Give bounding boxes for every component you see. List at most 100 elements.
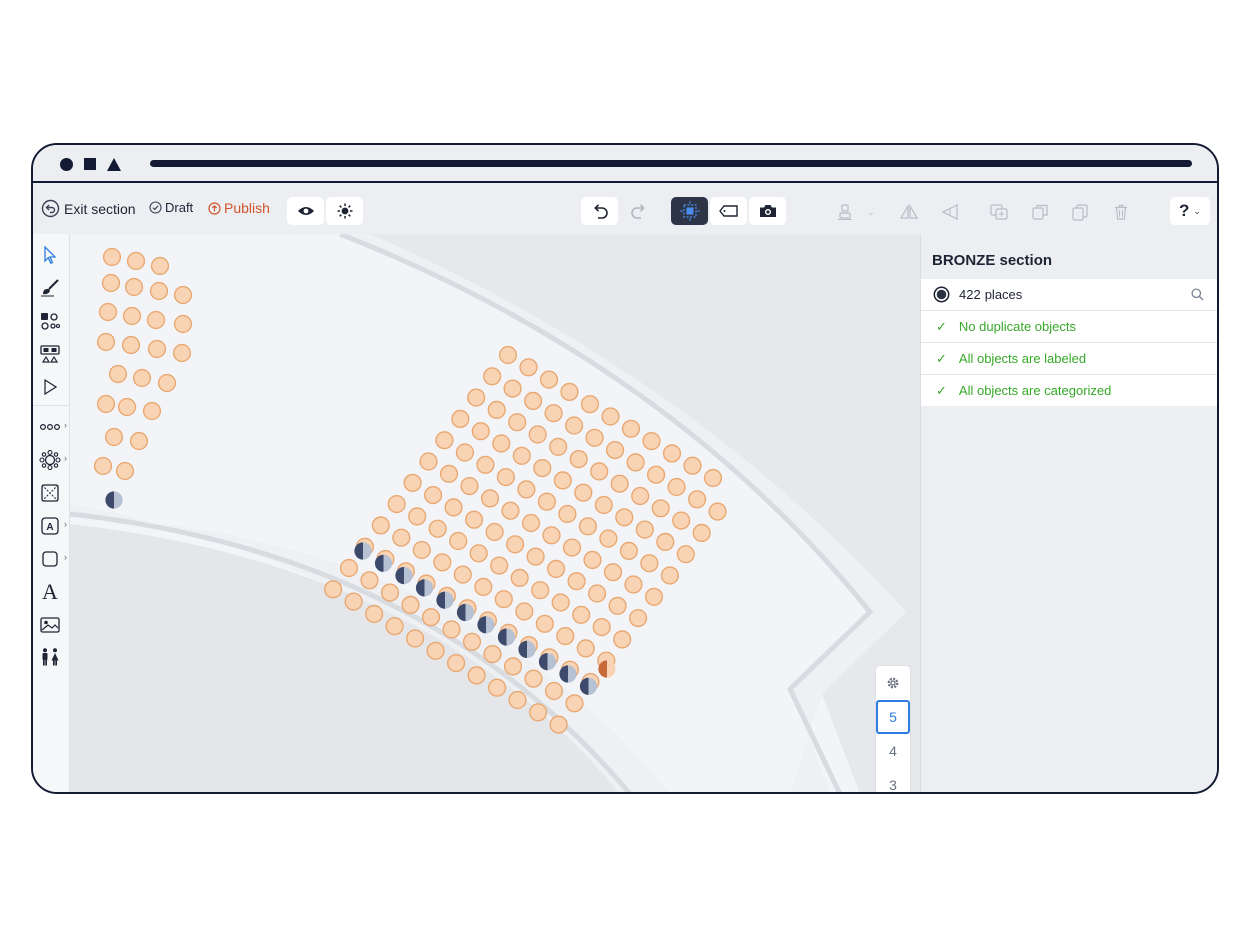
seat[interactable] bbox=[544, 404, 563, 423]
seat[interactable] bbox=[635, 520, 654, 539]
seat[interactable] bbox=[558, 504, 577, 524]
seat[interactable] bbox=[447, 654, 466, 673]
square-control-icon[interactable] bbox=[84, 158, 96, 170]
seat[interactable] bbox=[626, 453, 645, 472]
seat[interactable] bbox=[549, 715, 568, 734]
seat[interactable] bbox=[462, 632, 482, 651]
seat-row-icon[interactable] bbox=[39, 416, 61, 438]
seat[interactable] bbox=[483, 645, 502, 664]
help-icon[interactable]: ? ⌄ bbox=[1170, 197, 1210, 225]
seat[interactable] bbox=[708, 502, 727, 521]
search-icon[interactable] bbox=[1191, 288, 1204, 301]
restroom-icon[interactable] bbox=[39, 646, 61, 668]
seat[interactable] bbox=[387, 495, 406, 514]
accessible-seat[interactable] bbox=[538, 653, 557, 671]
preview-eye-icon[interactable] bbox=[287, 197, 324, 225]
seat[interactable] bbox=[124, 277, 144, 297]
seat[interactable] bbox=[515, 602, 534, 621]
group-icon[interactable] bbox=[989, 203, 1009, 221]
seat[interactable] bbox=[460, 477, 479, 496]
seat[interactable] bbox=[146, 310, 166, 330]
seat[interactable] bbox=[524, 391, 543, 410]
seat[interactable] bbox=[574, 483, 593, 502]
seat[interactable] bbox=[553, 471, 572, 490]
seat[interactable] bbox=[150, 256, 170, 276]
seat[interactable] bbox=[408, 507, 427, 526]
accessible-seat[interactable] bbox=[456, 603, 475, 622]
align-dropdown-icon[interactable]: ⌄ bbox=[861, 203, 881, 221]
tag-icon[interactable] bbox=[710, 197, 747, 225]
seat[interactable] bbox=[126, 251, 146, 271]
seat[interactable] bbox=[503, 657, 523, 676]
seat[interactable] bbox=[467, 388, 486, 407]
image-icon[interactable] bbox=[39, 614, 61, 636]
accessible-seat[interactable] bbox=[518, 640, 536, 658]
seat[interactable] bbox=[385, 617, 404, 636]
seat[interactable] bbox=[498, 345, 518, 365]
places-row[interactable]: 422 places bbox=[921, 279, 1217, 311]
seat[interactable] bbox=[583, 550, 602, 569]
seat[interactable] bbox=[424, 486, 443, 505]
seat[interactable] bbox=[453, 565, 472, 584]
seat[interactable] bbox=[692, 523, 711, 542]
seat[interactable] bbox=[656, 532, 675, 551]
draft-status[interactable]: Draft bbox=[149, 200, 193, 215]
area-icon[interactable] bbox=[39, 482, 61, 504]
seat[interactable] bbox=[624, 575, 643, 594]
seat[interactable] bbox=[528, 425, 547, 444]
seat[interactable] bbox=[371, 516, 390, 535]
seat[interactable] bbox=[419, 452, 438, 471]
seat[interactable] bbox=[439, 464, 459, 483]
shape-chevron-icon[interactable]: › bbox=[64, 552, 67, 562]
seat[interactable] bbox=[621, 419, 641, 438]
seat[interactable] bbox=[524, 669, 543, 688]
seat[interactable] bbox=[560, 382, 579, 401]
seat[interactable] bbox=[474, 577, 493, 596]
delete-icon[interactable] bbox=[1111, 203, 1131, 221]
accessible-seat[interactable] bbox=[477, 616, 495, 634]
seat[interactable] bbox=[594, 495, 613, 515]
zoom-level-5[interactable]: 5 bbox=[876, 700, 910, 734]
seat-map[interactable] bbox=[70, 234, 920, 794]
seat[interactable] bbox=[537, 492, 556, 511]
round-table-chevron-icon[interactable]: › bbox=[64, 453, 67, 463]
seat[interactable] bbox=[433, 553, 452, 572]
seat[interactable] bbox=[403, 473, 422, 492]
seat[interactable] bbox=[487, 400, 506, 419]
seat[interactable] bbox=[483, 367, 502, 386]
seat[interactable] bbox=[503, 379, 522, 398]
publish-button[interactable]: Publish bbox=[208, 200, 270, 216]
seat[interactable] bbox=[494, 590, 513, 609]
seat[interactable] bbox=[562, 538, 582, 557]
seat[interactable] bbox=[569, 450, 588, 469]
seat[interactable] bbox=[149, 281, 169, 301]
exit-section-button[interactable]: Exit section bbox=[41, 199, 136, 218]
seat[interactable] bbox=[549, 437, 568, 456]
zoom-level-4[interactable]: 4 bbox=[876, 734, 910, 768]
seat[interactable] bbox=[567, 572, 586, 591]
seat[interactable] bbox=[172, 343, 192, 363]
selected-seat[interactable] bbox=[598, 660, 616, 678]
seat[interactable] bbox=[490, 556, 509, 575]
seat[interactable] bbox=[444, 498, 463, 517]
seat[interactable] bbox=[565, 694, 584, 713]
accessible-seat[interactable] bbox=[579, 677, 598, 695]
seat[interactable] bbox=[610, 474, 629, 493]
seat[interactable] bbox=[401, 595, 420, 614]
seat[interactable] bbox=[672, 511, 691, 530]
circle-control-icon[interactable] bbox=[60, 157, 73, 171]
seat[interactable] bbox=[344, 592, 363, 611]
seat[interactable] bbox=[547, 559, 566, 578]
seat[interactable] bbox=[603, 563, 623, 582]
seat[interactable] bbox=[380, 583, 400, 602]
seat[interactable] bbox=[580, 395, 600, 414]
seat[interactable] bbox=[631, 486, 650, 506]
accessible-seat[interactable] bbox=[374, 554, 393, 572]
table-shape-icon[interactable] bbox=[39, 343, 61, 365]
seat[interactable] bbox=[565, 416, 584, 435]
gear-icon[interactable] bbox=[876, 666, 910, 700]
text-icon[interactable]: A bbox=[39, 579, 61, 604]
seat[interactable] bbox=[96, 394, 116, 414]
seat[interactable] bbox=[510, 568, 529, 587]
seat[interactable] bbox=[508, 413, 527, 432]
